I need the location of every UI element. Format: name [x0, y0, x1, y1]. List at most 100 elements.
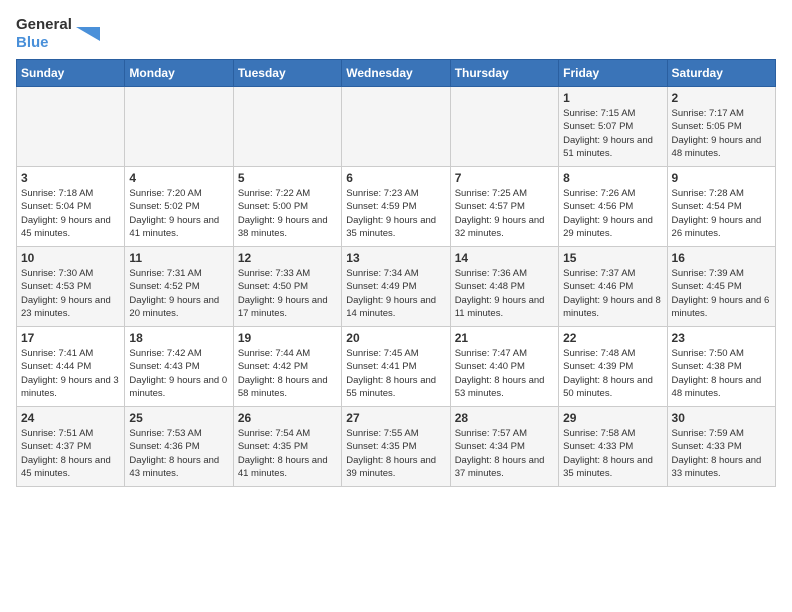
day-info: Sunrise: 7:44 AMSunset: 4:42 PMDaylight:…: [238, 347, 337, 400]
calendar-cell-w5-d0: 24 Sunrise: 7:51 AMSunset: 4:37 PMDayligh…: [17, 407, 125, 487]
day-info: Sunrise: 7:25 AMSunset: 4:57 PMDaylight:…: [455, 187, 554, 240]
day-number: 20: [346, 331, 445, 345]
day-info: Sunrise: 7:31 AMSunset: 4:52 PMDaylight:…: [129, 267, 228, 320]
calendar-cell-w4-d6: 23Sunrise: 7:50 AMSunset: 4:38 PMDayligh…: [667, 327, 775, 407]
calendar-cell-w1-d4: [450, 87, 558, 167]
day-info: Sunrise: 7:48 AMSunset: 4:39 PMDaylight:…: [563, 347, 662, 400]
day-info: Sunrise: 7:41 AMSunset: 4:44 PMDaylight:…: [21, 347, 120, 400]
day-info: Sunrise: 7:15 AMSunset: 5:07 PMDaylight:…: [563, 107, 662, 160]
calendar-body: 1 Sunrise: 7:15 AMSunset: 5:07 PMDaylight…: [17, 87, 776, 487]
calendar-cell-w2-d0: 3 Sunrise: 7:18 AMSunset: 5:04 PMDaylight…: [17, 167, 125, 247]
calendar-cell-w2-d1: 4 Sunrise: 7:20 AMSunset: 5:02 PMDaylight…: [125, 167, 233, 247]
calendar-cell-w5-d1: 25 Sunrise: 7:53 AMSunset: 4:36 PMDayligh…: [125, 407, 233, 487]
calendar-cell-w2-d6: 9 Sunrise: 7:28 AMSunset: 4:54 PMDaylight…: [667, 167, 775, 247]
day-number: 8: [563, 171, 662, 185]
day-number: 29: [563, 411, 662, 425]
day-info: Sunrise: 7:51 AMSunset: 4:37 PMDaylight:…: [21, 427, 120, 480]
calendar-cell-w3-d4: 14 Sunrise: 7:36 AMSunset: 4:48 PMDayligh…: [450, 247, 558, 327]
calendar-cell-w3-d3: 13 Sunrise: 7:34 AMSunset: 4:49 PMDayligh…: [342, 247, 450, 327]
day-info: Sunrise: 7:20 AMSunset: 5:02 PMDaylight:…: [129, 187, 228, 240]
calendar-cell-w2-d3: 6Sunrise: 7:23 AMSunset: 4:59 PMDaylight…: [342, 167, 450, 247]
calendar-cell-w4-d4: 21Sunrise: 7:47 AMSunset: 4:40 PMDayligh…: [450, 327, 558, 407]
week-row-3: 10 Sunrise: 7:30 AMSunset: 4:53 PMDayligh…: [17, 247, 776, 327]
calendar-cell-w3-d1: 11 Sunrise: 7:31 AMSunset: 4:52 PMDayligh…: [125, 247, 233, 327]
day-info: Sunrise: 7:54 AMSunset: 4:35 PMDaylight:…: [238, 427, 337, 480]
weekday-header-saturday: Saturday: [667, 60, 775, 87]
day-number: 30: [672, 411, 771, 425]
day-info: Sunrise: 7:59 AMSunset: 4:33 PMDaylight:…: [672, 427, 771, 480]
day-info: Sunrise: 7:33 AMSunset: 4:50 PMDaylight:…: [238, 267, 337, 320]
calendar-cell-w3-d0: 10 Sunrise: 7:30 AMSunset: 4:53 PMDayligh…: [17, 247, 125, 327]
calendar-cell-w5-d5: 29 Sunrise: 7:58 AMSunset: 4:33 PMDayligh…: [559, 407, 667, 487]
weekday-header-row: SundayMondayTuesdayWednesdayThursdayFrid…: [17, 60, 776, 87]
calendar-cell-w3-d6: 16Sunrise: 7:39 AMSunset: 4:45 PMDayligh…: [667, 247, 775, 327]
calendar-cell-w1-d5: 1 Sunrise: 7:15 AMSunset: 5:07 PMDaylight…: [559, 87, 667, 167]
day-info: Sunrise: 7:34 AMSunset: 4:49 PMDaylight:…: [346, 267, 445, 320]
calendar-cell-w4-d2: 19 Sunrise: 7:44 AMSunset: 4:42 PMDayligh…: [233, 327, 341, 407]
day-info: Sunrise: 7:47 AMSunset: 4:40 PMDaylight:…: [455, 347, 554, 400]
weekday-header-friday: Friday: [559, 60, 667, 87]
day-info: Sunrise: 7:37 AMSunset: 4:46 PMDaylight:…: [563, 267, 662, 320]
day-number: 11: [129, 251, 228, 265]
weekday-header-wednesday: Wednesday: [342, 60, 450, 87]
logo-blue: Blue: [16, 34, 49, 51]
day-number: 1: [563, 91, 662, 105]
day-number: 22: [563, 331, 662, 345]
week-row-1: 1 Sunrise: 7:15 AMSunset: 5:07 PMDaylight…: [17, 87, 776, 167]
week-row-4: 17 Sunrise: 7:41 AMSunset: 4:44 PMDayligh…: [17, 327, 776, 407]
calendar-cell-w1-d1: [125, 87, 233, 167]
calendar-cell-w4-d5: 22 Sunrise: 7:48 AMSunset: 4:39 PMDayligh…: [559, 327, 667, 407]
calendar-cell-w1-d3: [342, 87, 450, 167]
day-number: 16: [672, 251, 771, 265]
logo: General Blue: [16, 16, 100, 51]
day-number: 14: [455, 251, 554, 265]
calendar-table: SundayMondayTuesdayWednesdayThursdayFrid…: [16, 59, 776, 487]
day-number: 25: [129, 411, 228, 425]
logo-chevron-icon: [76, 22, 100, 46]
day-info: Sunrise: 7:42 AMSunset: 4:43 PMDaylight:…: [129, 347, 228, 400]
calendar-cell-w4-d1: 18 Sunrise: 7:42 AMSunset: 4:43 PMDayligh…: [125, 327, 233, 407]
day-number: 4: [129, 171, 228, 185]
calendar-cell-w2-d4: 7Sunrise: 7:25 AMSunset: 4:57 PMDaylight…: [450, 167, 558, 247]
day-number: 3: [21, 171, 120, 185]
day-info: Sunrise: 7:28 AMSunset: 4:54 PMDaylight:…: [672, 187, 771, 240]
day-number: 2: [672, 91, 771, 105]
calendar-cell-w1-d6: 2 Sunrise: 7:17 AMSunset: 5:05 PMDaylight…: [667, 87, 775, 167]
day-number: 24: [21, 411, 120, 425]
calendar-cell-w5-d2: 26 Sunrise: 7:54 AMSunset: 4:35 PMDayligh…: [233, 407, 341, 487]
day-number: 27: [346, 411, 445, 425]
week-row-2: 3 Sunrise: 7:18 AMSunset: 5:04 PMDaylight…: [17, 167, 776, 247]
day-info: Sunrise: 7:22 AMSunset: 5:00 PMDaylight:…: [238, 187, 337, 240]
day-number: 26: [238, 411, 337, 425]
day-number: 28: [455, 411, 554, 425]
calendar-cell-w5-d3: 27Sunrise: 7:55 AMSunset: 4:35 PMDayligh…: [342, 407, 450, 487]
calendar-header: SundayMondayTuesdayWednesdayThursdayFrid…: [17, 60, 776, 87]
day-info: Sunrise: 7:36 AMSunset: 4:48 PMDaylight:…: [455, 267, 554, 320]
weekday-header-thursday: Thursday: [450, 60, 558, 87]
day-info: Sunrise: 7:53 AMSunset: 4:36 PMDaylight:…: [129, 427, 228, 480]
day-number: 18: [129, 331, 228, 345]
weekday-header-monday: Monday: [125, 60, 233, 87]
calendar-cell-w4-d3: 20 Sunrise: 7:45 AMSunset: 4:41 PMDayligh…: [342, 327, 450, 407]
day-number: 23: [672, 331, 771, 345]
day-info: Sunrise: 7:57 AMSunset: 4:34 PMDaylight:…: [455, 427, 554, 480]
day-info: Sunrise: 7:30 AMSunset: 4:53 PMDaylight:…: [21, 267, 120, 320]
weekday-header-sunday: Sunday: [17, 60, 125, 87]
day-number: 9: [672, 171, 771, 185]
calendar-cell-w2-d2: 5Sunrise: 7:22 AMSunset: 5:00 PMDaylight…: [233, 167, 341, 247]
day-info: Sunrise: 7:17 AMSunset: 5:05 PMDaylight:…: [672, 107, 771, 160]
calendar-cell-w1-d2: [233, 87, 341, 167]
calendar-cell-w4-d0: 17 Sunrise: 7:41 AMSunset: 4:44 PMDayligh…: [17, 327, 125, 407]
day-number: 19: [238, 331, 337, 345]
day-number: 10: [21, 251, 120, 265]
day-number: 12: [238, 251, 337, 265]
weekday-header-tuesday: Tuesday: [233, 60, 341, 87]
calendar-cell-w5-d6: 30 Sunrise: 7:59 AMSunset: 4:33 PMDayligh…: [667, 407, 775, 487]
day-info: Sunrise: 7:58 AMSunset: 4:33 PMDaylight:…: [563, 427, 662, 480]
day-number: 13: [346, 251, 445, 265]
day-number: 15: [563, 251, 662, 265]
day-info: Sunrise: 7:18 AMSunset: 5:04 PMDaylight:…: [21, 187, 120, 240]
day-info: Sunrise: 7:45 AMSunset: 4:41 PMDaylight:…: [346, 347, 445, 400]
day-number: 17: [21, 331, 120, 345]
calendar-cell-w3-d2: 12 Sunrise: 7:33 AMSunset: 4:50 PMDayligh…: [233, 247, 341, 327]
